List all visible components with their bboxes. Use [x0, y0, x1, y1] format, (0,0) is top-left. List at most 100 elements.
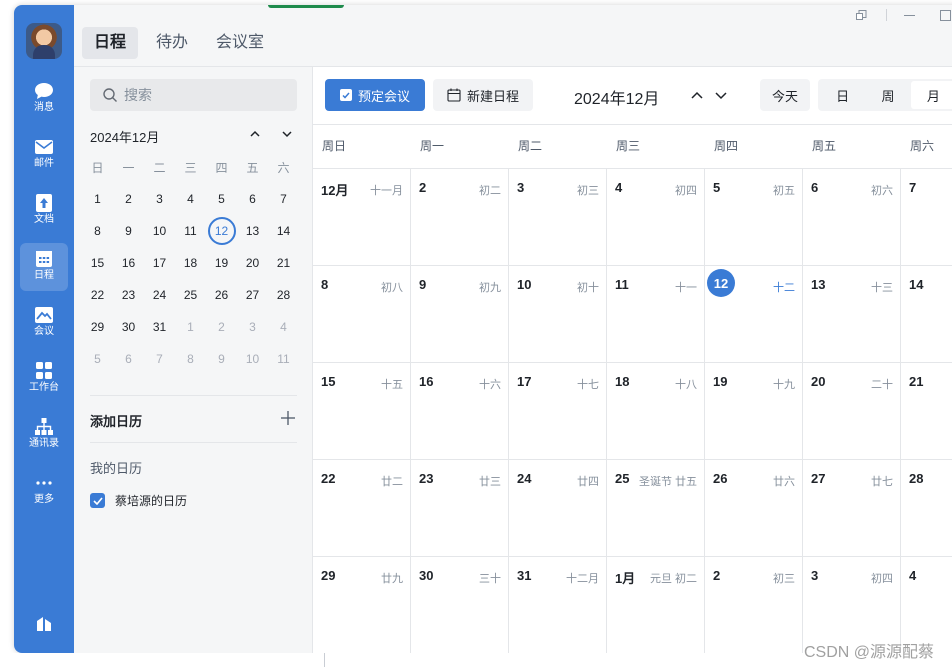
day-cell[interactable]: 25 廿五 圣诞节: [607, 460, 705, 556]
view-day-button[interactable]: 日: [820, 81, 865, 109]
day-cell[interactable]: 8 初八: [313, 266, 411, 362]
day-cell[interactable]: 16 十六: [411, 363, 509, 459]
day-cell[interactable]: 6 初六: [803, 169, 901, 265]
mini-day[interactable]: 1: [175, 311, 206, 343]
day-cell[interactable]: 24 廿四: [509, 460, 607, 556]
mini-day[interactable]: 20: [237, 247, 268, 279]
day-cell[interactable]: 23 廿三: [411, 460, 509, 556]
popout-window-icon[interactable]: [856, 10, 867, 21]
day-cell[interactable]: 28: [901, 460, 952, 556]
mini-day[interactable]: 27: [237, 279, 268, 311]
day-cell[interactable]: 11 十一: [607, 266, 705, 362]
mini-day[interactable]: 10: [237, 343, 268, 375]
mini-day[interactable]: 4: [175, 183, 206, 215]
mini-day[interactable]: 26: [206, 279, 237, 311]
mini-day[interactable]: 23: [113, 279, 144, 311]
mini-day[interactable]: 17: [144, 247, 175, 279]
day-cell[interactable]: 5 初五: [705, 169, 803, 265]
mini-day[interactable]: 8: [82, 215, 113, 247]
day-cell[interactable]: 2 初二: [411, 169, 509, 265]
day-cell[interactable]: 1月 初二 元旦: [607, 557, 705, 653]
day-cell[interactable]: 2 初三: [705, 557, 803, 653]
mini-day[interactable]: 14: [268, 215, 299, 247]
view-month-button[interactable]: 月: [910, 81, 952, 109]
day-cell[interactable]: 15 十五: [313, 363, 411, 459]
day-cell[interactable]: 14: [901, 266, 952, 362]
new-event-button[interactable]: 新建日程: [433, 79, 533, 111]
day-cell[interactable]: 26 廿六: [705, 460, 803, 556]
nav-item-3[interactable]: 日程: [20, 243, 68, 291]
book-meeting-button[interactable]: 预定会议: [325, 79, 425, 111]
mini-next-month-icon[interactable]: [278, 125, 296, 143]
view-week-button[interactable]: 周: [865, 81, 910, 109]
mini-day[interactable]: 2: [113, 183, 144, 215]
mini-prev-month-icon[interactable]: [246, 125, 264, 143]
mini-day[interactable]: 10: [144, 215, 175, 247]
nav-item-6[interactable]: 通讯录: [20, 411, 68, 459]
mini-day[interactable]: 16: [113, 247, 144, 279]
day-cell[interactable]: 4 初四: [607, 169, 705, 265]
mini-day[interactable]: 1: [82, 183, 113, 215]
day-cell[interactable]: 7: [901, 169, 952, 265]
day-cell[interactable]: 19 十九: [705, 363, 803, 459]
search-input[interactable]: [124, 79, 284, 111]
nav-item-5[interactable]: 工作台: [20, 355, 68, 403]
user-avatar[interactable]: [26, 23, 62, 59]
mini-day[interactable]: 31: [144, 311, 175, 343]
mini-day[interactable]: 18: [175, 247, 206, 279]
day-cell-today[interactable]: 12 十二: [705, 266, 803, 362]
mini-day[interactable]: 5: [82, 343, 113, 375]
mini-day[interactable]: 5: [206, 183, 237, 215]
tab-schedule[interactable]: 日程: [82, 27, 139, 59]
mini-day[interactable]: 2: [206, 311, 237, 343]
mini-day[interactable]: 4: [268, 311, 299, 343]
day-cell[interactable]: 17 十七: [509, 363, 607, 459]
nav-item-1[interactable]: 邮件: [20, 131, 68, 179]
mini-day-today[interactable]: 12: [206, 215, 237, 247]
day-cell[interactable]: 20 二十: [803, 363, 901, 459]
nav-item-0[interactable]: 消息: [20, 75, 68, 123]
day-cell[interactable]: 27 廿七: [803, 460, 901, 556]
day-cell[interactable]: 3 初三: [509, 169, 607, 265]
mini-day[interactable]: 30: [113, 311, 144, 343]
mini-day[interactable]: 22: [82, 279, 113, 311]
mini-day[interactable]: 8: [175, 343, 206, 375]
day-cell[interactable]: 9 初九: [411, 266, 509, 362]
tab-todo[interactable]: 待办: [144, 27, 200, 59]
nav-item-2[interactable]: 文档: [20, 187, 68, 235]
day-cell[interactable]: 21冬: [901, 363, 952, 459]
tab-meeting-room[interactable]: 会议室: [204, 27, 276, 59]
mini-day[interactable]: 25: [175, 279, 206, 311]
day-cell[interactable]: 10 初十: [509, 266, 607, 362]
mini-day[interactable]: 3: [237, 311, 268, 343]
mini-day[interactable]: 28: [268, 279, 299, 311]
mini-day[interactable]: 7: [144, 343, 175, 375]
day-cell[interactable]: 13 十三: [803, 266, 901, 362]
day-cell[interactable]: 30 三十: [411, 557, 509, 653]
search-box[interactable]: [90, 79, 297, 111]
minimize-icon[interactable]: [904, 15, 915, 17]
app-logo-icon[interactable]: [34, 613, 54, 633]
mini-day[interactable]: 15: [82, 247, 113, 279]
nav-item-7[interactable]: 更多: [20, 467, 68, 515]
day-cell[interactable]: 29 廿九: [313, 557, 411, 653]
mini-day[interactable]: 24: [144, 279, 175, 311]
mini-day[interactable]: 7: [268, 183, 299, 215]
checkbox-checked-icon[interactable]: [90, 493, 105, 508]
mini-day[interactable]: 9: [206, 343, 237, 375]
day-cell[interactable]: 18 十八: [607, 363, 705, 459]
maximize-icon[interactable]: [940, 10, 951, 21]
prev-month-icon[interactable]: [688, 86, 706, 104]
add-calendar-icon[interactable]: [281, 411, 295, 425]
today-button[interactable]: 今天: [760, 79, 810, 111]
mini-day[interactable]: 21: [268, 247, 299, 279]
mini-day[interactable]: 13: [237, 215, 268, 247]
mini-day[interactable]: 6: [237, 183, 268, 215]
mini-day[interactable]: 11: [268, 343, 299, 375]
day-cell[interactable]: 31 十二月: [509, 557, 607, 653]
mini-day[interactable]: 11: [175, 215, 206, 247]
day-cell[interactable]: 22 廿二: [313, 460, 411, 556]
next-month-icon[interactable]: [712, 86, 730, 104]
mini-day[interactable]: 9: [113, 215, 144, 247]
day-cell[interactable]: 12月 十一月: [313, 169, 411, 265]
